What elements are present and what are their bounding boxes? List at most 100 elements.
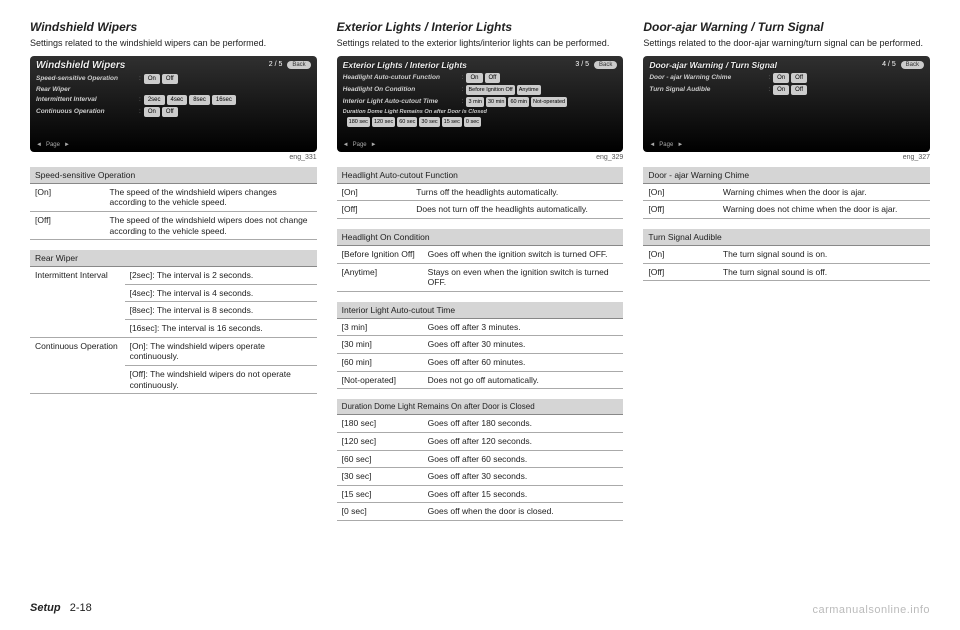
opt-15[interactable]: 15 sec [442, 117, 462, 127]
table-turn-signal: Turn Signal Audible [On]The turn signal … [643, 229, 930, 281]
opt-notop[interactable]: Not-operated [531, 97, 567, 107]
row-label: Door - ajar Warning Chime [649, 74, 765, 81]
opt-4sec[interactable]: 4sec [167, 95, 188, 105]
opt-off[interactable]: Off [791, 85, 807, 95]
td-key: [3 min] [337, 318, 423, 336]
back-button[interactable]: Back [901, 61, 924, 69]
opt-60min[interactable]: 60 min [508, 97, 529, 107]
td-val: Does not turn off the headlights automat… [411, 201, 623, 219]
td-key: Continuous Operation [30, 337, 125, 394]
opt-3min[interactable]: 3 min [466, 97, 483, 107]
td-val: The turn signal sound is off. [718, 263, 930, 281]
td-val: Goes off after 180 seconds. [423, 415, 624, 433]
col-wipers: Windshield Wipers Settings related to th… [30, 20, 317, 531]
td-key: [Anytime] [337, 263, 423, 291]
td-val: Stays on even when the ignition switch i… [423, 263, 624, 291]
watermark: carmanualsonline.info [812, 604, 930, 616]
td-key: [Off] [30, 211, 105, 239]
panel-title: Door-ajar Warning / Turn Signal [649, 60, 777, 70]
figure-id: eng_329 [337, 154, 624, 161]
row-label: Interior Light Auto-cutout Time [343, 98, 459, 105]
opt-30min[interactable]: 30 min [486, 97, 507, 107]
td-val: The turn signal sound is on. [718, 245, 930, 263]
intro-wipers: Settings related to the windshield wiper… [30, 38, 317, 50]
td-val: Warning does not chime when the door is … [718, 201, 930, 219]
th: Speed-sensitive Operation [30, 167, 317, 184]
opt-on[interactable]: On [144, 107, 160, 117]
td-val: Goes off after 60 seconds. [423, 450, 624, 468]
td-val: Goes off after 30 minutes. [423, 336, 624, 354]
panel-title: Windshield Wipers [36, 60, 125, 71]
opt-off[interactable]: Off [162, 74, 178, 84]
td-key: [0 sec] [337, 503, 423, 521]
td-val: [4sec]: The interval is 4 seconds. [125, 284, 317, 302]
td-key: [60 sec] [337, 450, 423, 468]
page-footer: Setup 2-18 [30, 602, 92, 614]
td-key: [30 sec] [337, 468, 423, 486]
row-label: Headlight Auto-cutout Function [343, 74, 459, 81]
table-speed-sensitive: Speed-sensitive Operation [On]The speed … [30, 167, 317, 241]
td-val: The speed of the windshield wipers does … [105, 211, 317, 239]
td-key: [Not-operated] [337, 371, 423, 389]
td-val: [16sec]: The interval is 16 seconds. [125, 320, 317, 338]
td-key: [180 sec] [337, 415, 423, 433]
td-key: [Off] [643, 201, 718, 219]
th: Headlight On Condition [337, 229, 624, 246]
opt-on[interactable]: On [144, 74, 160, 84]
back-button[interactable]: Back [594, 61, 617, 69]
panel-page: 2 / 5 [269, 61, 283, 68]
opt-2sec[interactable]: 2sec [144, 95, 165, 105]
footer-section: Setup [30, 602, 61, 614]
page-label: Page [353, 142, 367, 148]
td-val: Warning chimes when the door is ajar. [718, 183, 930, 201]
opt-on[interactable]: On [773, 85, 789, 95]
page-next-icon[interactable]: ► [64, 142, 70, 148]
opt-off[interactable]: Off [485, 73, 501, 83]
opt-8sec[interactable]: 8sec [189, 95, 210, 105]
opt-60[interactable]: 60 sec [397, 117, 417, 127]
opt-120[interactable]: 120 sec [372, 117, 395, 127]
td-val: Goes off when the door is closed. [423, 503, 624, 521]
th: Headlight Auto-cutout Function [337, 167, 624, 184]
back-button[interactable]: Back [287, 61, 310, 69]
td-key: [Off] [337, 201, 412, 219]
td-key: [60 min] [337, 354, 423, 372]
footer-page: 2-18 [70, 602, 92, 614]
td-val: Goes off after 60 minutes. [423, 354, 624, 372]
intro-door: Settings related to the door-ajar warnin… [643, 38, 930, 50]
opt-0[interactable]: 0 sec [464, 117, 481, 127]
td-key: [On] [643, 183, 718, 201]
page-next-icon[interactable]: ► [677, 142, 683, 148]
opt-on[interactable]: On [773, 73, 789, 83]
page-prev-icon[interactable]: ◄ [649, 142, 655, 148]
opt-before[interactable]: Before Ignition Off [466, 85, 514, 95]
td-val: Turns off the headlights automatically. [411, 183, 623, 201]
opt-off[interactable]: Off [791, 73, 807, 83]
page-prev-icon[interactable]: ◄ [36, 142, 42, 148]
td-val: [8sec]: The interval is 8 seconds. [125, 302, 317, 320]
row-label: Turn Signal Audible [649, 86, 765, 93]
td-key: [Before Ignition Off] [337, 245, 423, 263]
row-label: Speed-sensitive Operation [36, 75, 136, 82]
td-val: Goes off when the ignition switch is tur… [423, 245, 624, 263]
panel-door: Door-ajar Warning / Turn Signal 4 / 5 Ba… [643, 56, 930, 152]
opt-off[interactable]: Off [162, 107, 178, 117]
opt-on[interactable]: On [466, 73, 482, 83]
opt-180[interactable]: 180 sec [347, 117, 370, 127]
row-label: Headlight On Condition [343, 86, 459, 93]
opt-16sec[interactable]: 16sec [212, 95, 236, 105]
page-prev-icon[interactable]: ◄ [343, 142, 349, 148]
heading-wipers: Windshield Wipers [30, 20, 317, 34]
td-key: Intermittent Interval [30, 267, 125, 338]
panel-lights: Exterior Lights / Interior Lights 3 / 5 … [337, 56, 624, 152]
opt-30[interactable]: 30 sec [419, 117, 439, 127]
td-val: Goes off after 3 minutes. [423, 318, 624, 336]
col-lights: Exterior Lights / Interior Lights Settin… [337, 20, 624, 531]
intro-lights: Settings related to the exterior lights/… [337, 38, 624, 50]
td-val: The speed of the windshield wipers chang… [105, 183, 317, 211]
td-key: [120 sec] [337, 432, 423, 450]
page-next-icon[interactable]: ► [371, 142, 377, 148]
row-label: Intermittent Interval [36, 96, 136, 103]
td-val: Goes off after 120 seconds. [423, 432, 624, 450]
opt-anytime[interactable]: Anytime [517, 85, 541, 95]
